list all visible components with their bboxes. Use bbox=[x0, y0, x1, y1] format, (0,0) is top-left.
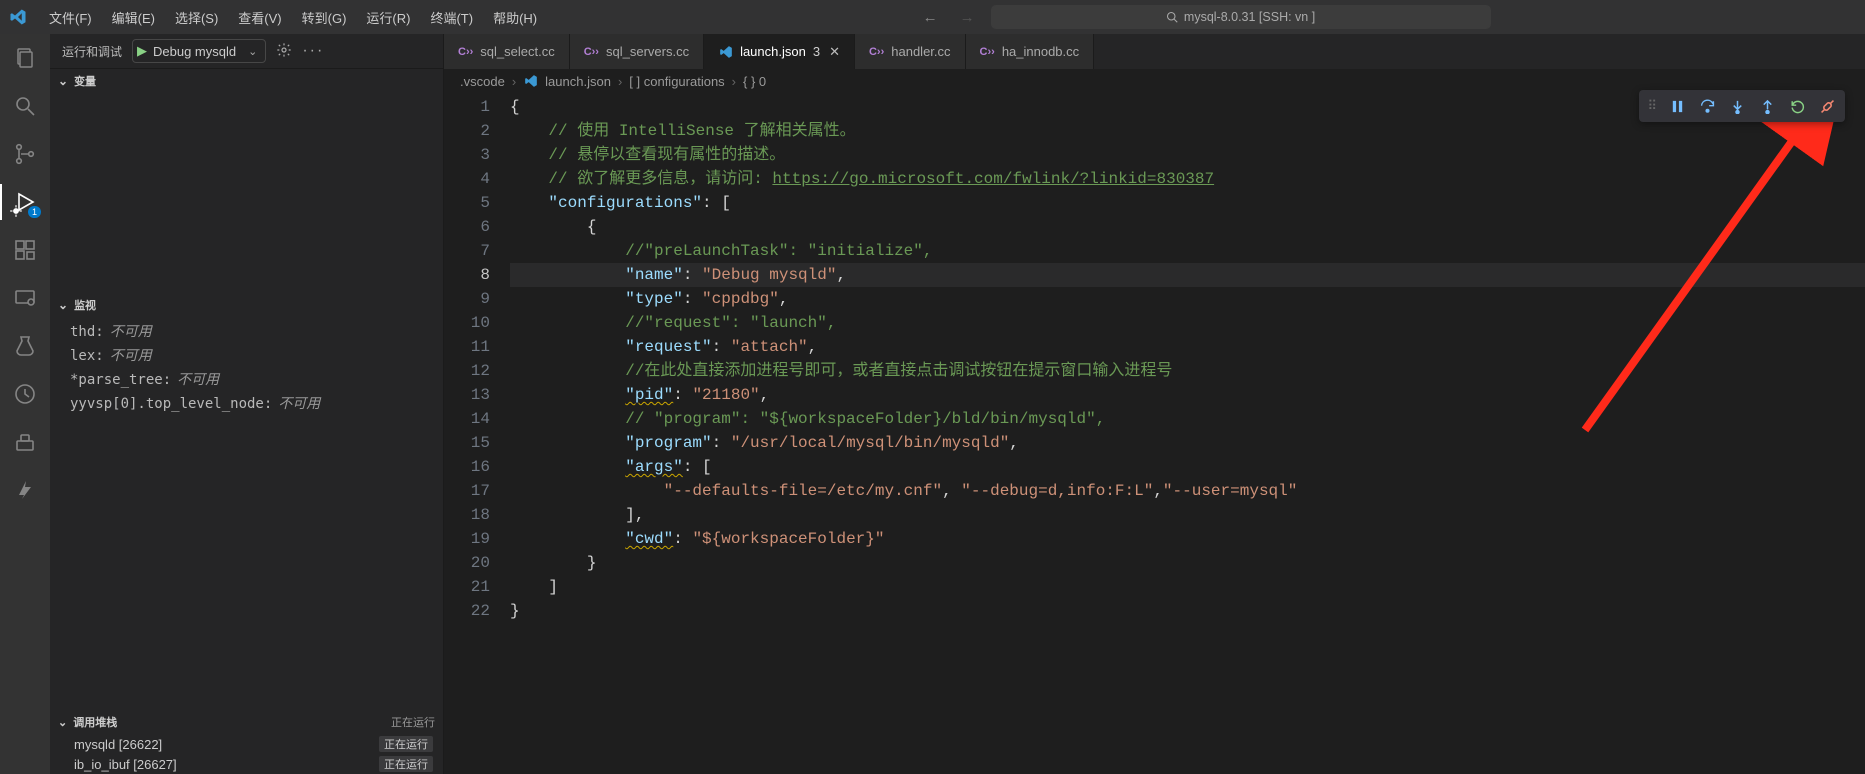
menu-item[interactable]: 查看(V) bbox=[229, 4, 290, 31]
start-debug-icon[interactable]: ▶ bbox=[137, 43, 147, 59]
editor-tab[interactable]: C››ha_innodb.cc bbox=[966, 34, 1095, 69]
debug-config-selector[interactable]: ▶ Debug mysqld ⌄ bbox=[132, 39, 266, 63]
breadcrumb-sep-icon: › bbox=[512, 74, 516, 89]
command-center[interactable]: mysql-8.0.31 [SSH: vn ] bbox=[991, 5, 1491, 29]
menu-item[interactable]: 终端(T) bbox=[421, 4, 482, 31]
activity-extensions[interactable] bbox=[11, 236, 39, 264]
section-variables-label: 变量 bbox=[74, 73, 96, 89]
breadcrumb-sep-icon: › bbox=[732, 74, 736, 89]
activity-search[interactable] bbox=[11, 92, 39, 120]
breadcrumb-part[interactable]: { } 0 bbox=[743, 74, 766, 89]
menu-item[interactable]: 转到(G) bbox=[293, 4, 356, 31]
activity-source-control[interactable] bbox=[11, 140, 39, 168]
debug-config-name: Debug mysqld bbox=[153, 44, 236, 59]
callstack-body: mysqld [26622]正在运行ib_io_ibuf [26627]正在运行 bbox=[50, 734, 443, 774]
debug-disconnect-button[interactable] bbox=[1813, 93, 1841, 119]
editor-tab[interactable]: C››handler.cc bbox=[855, 34, 966, 69]
cpp-icon: C›› bbox=[458, 46, 473, 58]
editor-tab[interactable]: C››sql_select.cc bbox=[444, 34, 570, 69]
activity-explorer[interactable] bbox=[11, 44, 39, 72]
chevron-down-icon[interactable]: ⌄ bbox=[248, 45, 257, 58]
section-variables[interactable]: ⌄ 变量 bbox=[50, 69, 443, 93]
debug-step-into-button[interactable] bbox=[1723, 93, 1751, 119]
nav-back-icon[interactable]: ← bbox=[917, 7, 944, 28]
cpp-icon: C›› bbox=[584, 46, 599, 58]
activity-timeline[interactable] bbox=[11, 380, 39, 408]
editor-group: C››sql_select.ccC››sql_servers.cclaunch.… bbox=[444, 34, 1865, 774]
section-watch[interactable]: ⌄ 监视 bbox=[50, 293, 443, 317]
watch-item[interactable]: thd:不可用 bbox=[50, 319, 443, 343]
cpp-icon: C›› bbox=[980, 46, 995, 58]
titlebar: 文件(F)编辑(E)选择(S)查看(V)转到(G)运行(R)终端(T)帮助(H)… bbox=[0, 0, 1865, 34]
chevron-down-icon: ⌄ bbox=[58, 298, 68, 312]
callstack-item[interactable]: ib_io_ibuf [26627]正在运行 bbox=[50, 754, 443, 774]
nav-forward-icon[interactable]: → bbox=[954, 7, 981, 28]
callstack-item[interactable]: mysqld [26622]正在运行 bbox=[50, 734, 443, 754]
activity-settings[interactable] bbox=[11, 428, 39, 456]
debug-step-out-button[interactable] bbox=[1753, 93, 1781, 119]
debug-toolbar[interactable]: ⠿ bbox=[1639, 90, 1845, 122]
breadcrumb-part[interactable]: .vscode bbox=[460, 74, 505, 89]
breadcrumb-part[interactable]: [ ] configurations bbox=[629, 74, 724, 89]
activity-testing[interactable] bbox=[11, 332, 39, 360]
debug-pause-button[interactable] bbox=[1663, 93, 1691, 119]
menu-item[interactable]: 文件(F) bbox=[40, 4, 101, 31]
editor-tabs: C››sql_select.ccC››sql_servers.cclaunch.… bbox=[444, 34, 1865, 69]
activity-run-debug[interactable]: 1 bbox=[11, 188, 39, 216]
section-callstack[interactable]: ⌄ 调用堆栈 正在运行 bbox=[50, 710, 443, 734]
breadcrumb-part[interactable]: launch.json bbox=[545, 74, 611, 89]
menu-item[interactable]: 选择(S) bbox=[166, 4, 227, 31]
menu-item[interactable]: 帮助(H) bbox=[484, 4, 546, 31]
more-actions-icon[interactable]: ··· bbox=[302, 42, 324, 60]
json-icon bbox=[523, 74, 538, 89]
debug-step-over-button[interactable] bbox=[1693, 93, 1721, 119]
section-callstack-label: 调用堆栈 bbox=[73, 714, 117, 730]
menu-bar: 文件(F)编辑(E)选择(S)查看(V)转到(G)运行(R)终端(T)帮助(H) bbox=[40, 4, 546, 31]
line-number-gutter: 12345678910111213141516171819202122 bbox=[444, 93, 510, 774]
search-icon bbox=[1166, 11, 1178, 23]
debug-badge: 1 bbox=[28, 206, 41, 218]
chevron-down-icon: ⌄ bbox=[58, 74, 68, 88]
vscode-logo-icon bbox=[8, 7, 28, 27]
watch-item[interactable]: yyvsp[0].top_level_node:不可用 bbox=[50, 391, 443, 415]
section-watch-label: 监视 bbox=[74, 297, 96, 313]
run-debug-panel: 运行和调试 ▶ Debug mysqld ⌄ ··· ⌄ 变量 ⌄ 监视 thd… bbox=[50, 34, 444, 774]
code-editor[interactable]: 12345678910111213141516171819202122 { //… bbox=[444, 93, 1865, 774]
panel-title: 运行和调试 bbox=[62, 43, 122, 60]
watch-body: thd:不可用lex:不可用*parse_tree:不可用yyvsp[0].to… bbox=[50, 317, 443, 423]
variables-body bbox=[50, 93, 443, 293]
cpp-icon: C›› bbox=[869, 46, 884, 58]
menu-item[interactable]: 运行(R) bbox=[357, 4, 419, 31]
command-center-text: mysql-8.0.31 [SSH: vn ] bbox=[1184, 10, 1315, 24]
activity-azure[interactable] bbox=[11, 476, 39, 504]
callstack-status: 正在运行 bbox=[391, 714, 435, 730]
run-debug-header: 运行和调试 ▶ Debug mysqld ⌄ ··· bbox=[50, 34, 443, 69]
watch-item[interactable]: *parse_tree:不可用 bbox=[50, 367, 443, 391]
editor-tab[interactable]: launch.json 3✕ bbox=[704, 34, 855, 69]
debug-restart-button[interactable] bbox=[1783, 93, 1811, 119]
activity-remote[interactable] bbox=[11, 284, 39, 312]
json-icon bbox=[718, 44, 733, 59]
menu-item[interactable]: 编辑(E) bbox=[103, 4, 164, 31]
gear-icon[interactable] bbox=[276, 42, 292, 61]
activity-bar: 1 bbox=[0, 34, 50, 774]
code-content[interactable]: { // 使用 IntelliSense 了解相关属性。 // 悬停以查看现有属… bbox=[510, 93, 1865, 774]
chevron-down-icon: ⌄ bbox=[58, 716, 67, 729]
drag-handle-icon[interactable]: ⠿ bbox=[1643, 98, 1661, 114]
close-tab-icon[interactable]: ✕ bbox=[829, 44, 840, 60]
breadcrumb-sep-icon: › bbox=[618, 74, 622, 89]
watch-item[interactable]: lex:不可用 bbox=[50, 343, 443, 367]
editor-tab[interactable]: C››sql_servers.cc bbox=[570, 34, 704, 69]
